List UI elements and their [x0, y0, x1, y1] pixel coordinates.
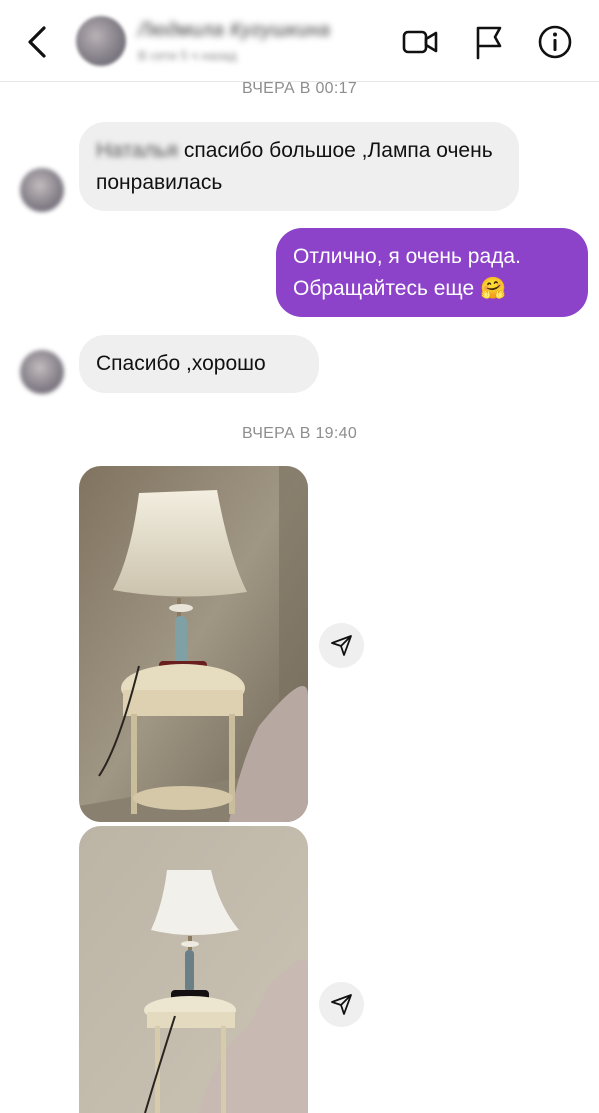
message-text: Отлично, я очень рада. Обращайтесь еще 🤗: [293, 245, 521, 300]
send-icon: [331, 994, 352, 1015]
contact-name[interactable]: Людмила Кугушкина: [138, 20, 330, 42]
share-button[interactable]: [319, 623, 364, 668]
message-text: Спасибо ,хорошо: [96, 352, 266, 375]
contact-status: В сети 5 ч назад: [138, 48, 237, 63]
share-button[interactable]: [319, 982, 364, 1027]
sender-avatar: [20, 350, 64, 394]
recipient-name: Наталья: [96, 139, 179, 162]
incoming-message[interactable]: Наталья спасибо большое ,Лампа очень пон…: [79, 122, 519, 211]
send-icon: [331, 635, 352, 656]
incoming-message[interactable]: Спасибо ,хорошо: [79, 335, 319, 393]
chat-header: Людмила Кугушкина В сети 5 ч назад: [0, 0, 599, 82]
photo-message[interactable]: [79, 466, 308, 822]
timestamp: ВЧЕРА В 19:40: [241, 425, 358, 442]
back-arrow-icon[interactable]: [22, 24, 56, 60]
video-camera-icon[interactable]: [400, 22, 440, 62]
info-icon[interactable]: [535, 22, 575, 62]
photo-message[interactable]: [79, 826, 308, 1113]
outgoing-message[interactable]: Отлично, я очень рада. Обращайтесь еще 🤗: [276, 228, 588, 317]
timestamp: ВЧЕРА В 00:17: [241, 80, 358, 97]
contact-avatar[interactable]: [76, 16, 126, 66]
flag-icon[interactable]: [469, 22, 509, 62]
sender-avatar: [20, 168, 64, 212]
